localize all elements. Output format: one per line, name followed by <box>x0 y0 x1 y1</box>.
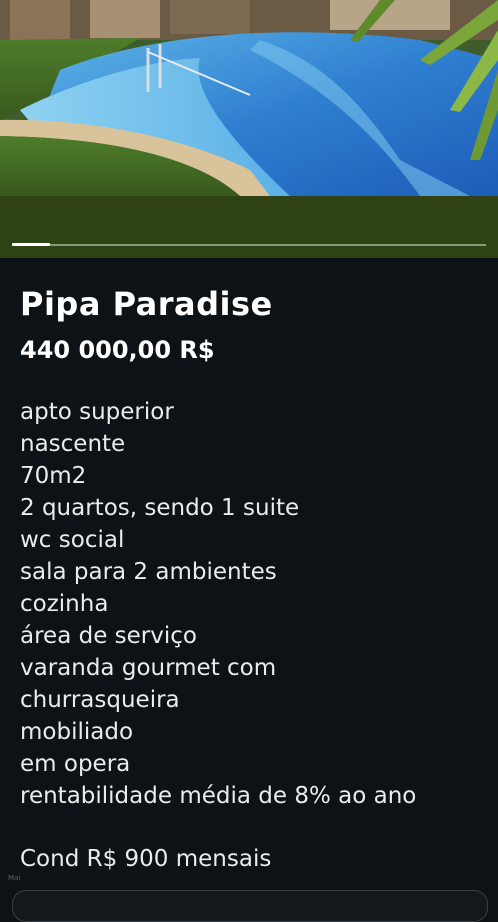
description-line: rentabilidade média de 8% ao ano <box>20 783 417 809</box>
description-line: mobiliado <box>20 719 134 745</box>
description-line: 2 quartos, sendo 1 suite <box>20 495 300 521</box>
gallery-progress-band <box>0 196 498 258</box>
gallery-progress-track <box>12 244 486 246</box>
condo-fee: Cond R$ 900 mensais <box>20 846 272 872</box>
listing-photo[interactable] <box>0 0 498 196</box>
description-line: cozinha <box>20 591 109 617</box>
description-line: 70m2 <box>20 463 87 489</box>
description-line: em opera <box>20 751 131 777</box>
description-line: nascente <box>20 431 126 457</box>
description-line: área de serviço <box>20 623 197 649</box>
listing-title: Pipa Paradise <box>20 285 273 323</box>
description-line: apto superior <box>20 399 174 425</box>
tiny-label: Mai <box>8 874 21 882</box>
description-line: varanda gourmet com <box>20 655 277 681</box>
listing-description: apto superior nascente 70m2 2 quartos, s… <box>20 396 416 812</box>
description-line: sala para 2 ambientes <box>20 559 277 585</box>
bottom-card[interactable] <box>12 890 488 922</box>
pool-photo-image <box>0 0 498 196</box>
gallery-progress-fill <box>12 243 50 246</box>
description-line: churrasqueira <box>20 687 180 713</box>
listing-price: 440 000,00 R$ <box>20 336 215 364</box>
description-line: wc social <box>20 527 125 553</box>
